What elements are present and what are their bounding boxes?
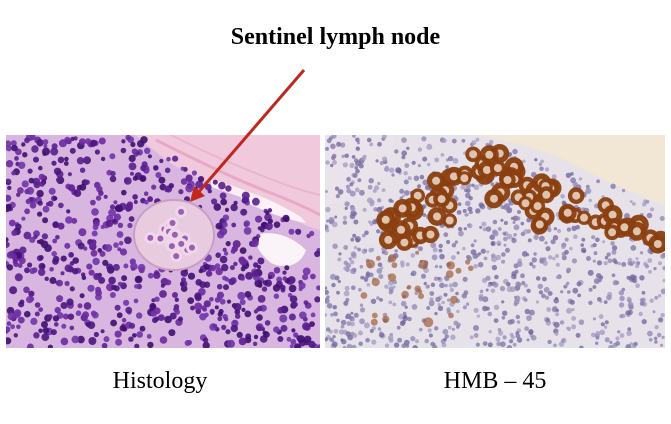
- histology-caption: Histology: [112, 368, 208, 394]
- hmb45-image: [325, 135, 665, 348]
- hmb45-caption: HMB – 45: [443, 368, 547, 394]
- slide-title: Sentinel lymph node: [230, 24, 441, 50]
- slide: Sentinel lymph node Histology HMB – 45: [0, 0, 671, 424]
- histology-image: [6, 135, 320, 348]
